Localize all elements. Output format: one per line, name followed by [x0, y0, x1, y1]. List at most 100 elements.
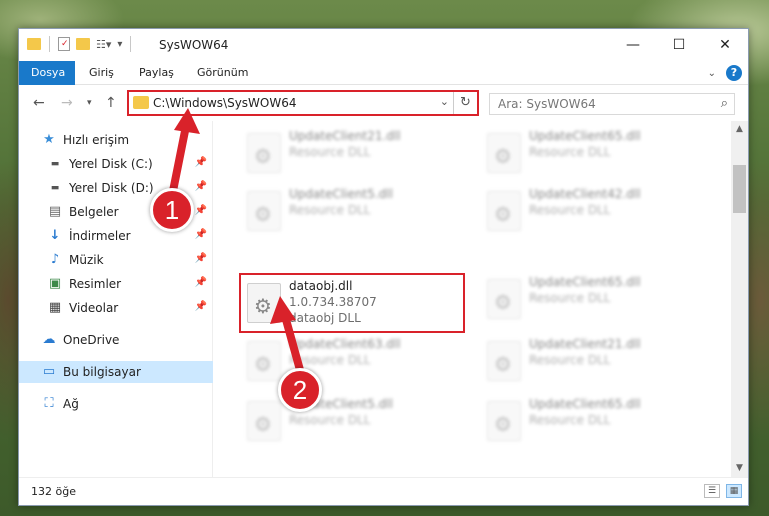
address-row: ← → ▾ ↑ C:\Windows\SysWOW64 ⌄ ↻ Ara: Sys…	[19, 85, 748, 121]
network-icon: ⛶	[44, 396, 54, 411]
nav-item-this-pc[interactable]: ▭ Bu bilgisayar	[19, 361, 213, 383]
view-switcher: ☰ ▦	[704, 484, 742, 498]
file-description: Resource DLL	[529, 353, 611, 367]
file-description: Resource DLL	[529, 203, 611, 217]
pin-icon[interactable]: 📌	[195, 229, 207, 240]
file-name: UpdateClient65.dll	[529, 397, 641, 411]
gear-icon: ⚙	[254, 294, 272, 318]
back-icon[interactable]: ←	[33, 95, 45, 111]
window-title: SysWOW64	[159, 38, 229, 52]
pin-icon[interactable]: 📌	[195, 181, 207, 192]
pin-icon[interactable]: 📌	[195, 157, 207, 168]
close-button[interactable]: ✕	[702, 29, 748, 61]
search-input[interactable]: Ara: SysWOW64 ⌕	[489, 93, 735, 115]
pin-icon[interactable]: 📌	[195, 205, 207, 216]
drive-icon: ▬	[50, 183, 60, 193]
nav-item-videos[interactable]: ▦ Videolar 📌	[19, 297, 213, 319]
chevron-down-icon[interactable]: ⌄	[440, 95, 449, 108]
file-name: UpdateClient21.dll	[529, 337, 641, 351]
file-name: UpdateClient21.dll	[289, 129, 401, 143]
tab-home[interactable]: Giriş	[77, 61, 126, 85]
folder-icon	[133, 96, 149, 109]
nav-item-pictures[interactable]: ▣ Resimler 📌	[19, 273, 213, 295]
tab-file[interactable]: Dosya	[19, 61, 75, 85]
cloud-icon: ☁	[42, 332, 56, 347]
gear-icon: ⚙	[494, 202, 512, 226]
maximize-button[interactable]: ☐	[656, 29, 702, 61]
download-icon: ↓	[49, 228, 61, 243]
status-bar: 132 öğe ☰ ▦	[19, 477, 748, 505]
file-item[interactable]: ⚙ UpdateClient5.dll Resource DLL	[241, 183, 469, 239]
dll-file-icon: ⚙	[247, 133, 281, 173]
new-folder-icon[interactable]	[76, 38, 90, 50]
nav-item-label: Müzik	[69, 253, 104, 267]
scroll-thumb[interactable]	[733, 165, 746, 213]
help-icon[interactable]: ?	[726, 65, 742, 81]
dll-file-icon: ⚙	[487, 279, 521, 319]
gear-icon: ⚙	[494, 290, 512, 314]
dll-file-icon: ⚙	[247, 191, 281, 231]
refresh-icon[interactable]: ↻	[453, 92, 477, 114]
file-name: dataobj.dll	[289, 279, 353, 293]
pin-icon[interactable]: 📌	[195, 301, 207, 312]
file-item[interactable]: ⚙ UpdateClient65.dll Resource DLL	[481, 271, 709, 327]
dll-file-icon: ⚙	[487, 401, 521, 441]
nav-item-network[interactable]: ⛶ Ağ	[19, 393, 213, 415]
pin-icon[interactable]: 📌	[195, 253, 207, 264]
nav-item-label: Yerel Disk (C:)	[69, 157, 153, 171]
nav-item-quick-access[interactable]: ★ Hızlı erişim	[19, 129, 213, 151]
pin-icon[interactable]: 📌	[195, 277, 207, 288]
step-2-badge: 2	[278, 368, 322, 412]
file-description: Resource DLL	[529, 291, 611, 305]
file-name: UpdateClient63.dll	[289, 337, 401, 351]
properties-icon[interactable]: ✓	[58, 37, 70, 51]
customize-icon[interactable]: ☷▾	[96, 38, 111, 51]
chevron-down-icon[interactable]: ▾	[117, 39, 122, 50]
file-item-dataobj[interactable]: ⚙ dataobj.dll 1.0.734.38707 dataobj DLL	[239, 273, 465, 333]
nav-item-label: OneDrive	[63, 333, 120, 347]
nav-item-label: Videolar	[69, 301, 119, 315]
nav-item-music[interactable]: ♪ Müzik 📌	[19, 249, 213, 271]
tiles-view-icon[interactable]: ▦	[726, 484, 742, 498]
expand-ribbon-icon[interactable]: ⌄	[708, 68, 716, 79]
dll-file-icon: ⚙	[487, 133, 521, 173]
ribbon-right: ⌄ ?	[708, 65, 742, 81]
file-item[interactable]: ⚙ UpdateClient65.dll Resource DLL	[481, 393, 709, 449]
recent-locations-icon[interactable]: ▾	[87, 98, 92, 108]
search-placeholder: Ara: SysWOW64	[498, 97, 596, 111]
nav-item-onedrive[interactable]: ☁ OneDrive	[19, 329, 213, 351]
gear-icon: ⚙	[494, 412, 512, 436]
file-item[interactable]: ⚙ UpdateClient5.dll Resource DLL	[241, 393, 469, 449]
scroll-up-icon[interactable]: ▲	[731, 121, 748, 138]
folder-icon[interactable]	[27, 38, 41, 50]
file-item[interactable]: ⚙ UpdateClient65.dll Resource DLL	[481, 125, 709, 181]
details-view-icon[interactable]: ☰	[704, 484, 720, 498]
nav-item-label: Yerel Disk (D:)	[69, 181, 154, 195]
forward-icon[interactable]: →	[61, 95, 73, 111]
nav-item-label: İndirmeler	[69, 229, 131, 243]
file-name: UpdateClient42.dll	[529, 187, 641, 201]
tab-view[interactable]: Görünüm	[185, 61, 260, 85]
file-item[interactable]: ⚙ UpdateClient21.dll Resource DLL	[241, 125, 469, 181]
nav-item-label: Resimler	[69, 277, 122, 291]
dll-file-icon: ⚙	[247, 401, 281, 441]
tab-share[interactable]: Paylaş	[127, 61, 186, 85]
search-icon[interactable]: ⌕	[721, 96, 728, 111]
gear-icon: ⚙	[494, 352, 512, 376]
address-bar[interactable]: C:\Windows\SysWOW64 ⌄ ↻	[127, 90, 479, 116]
file-description: Resource DLL	[289, 413, 371, 427]
file-item[interactable]: ⚙ UpdateClient42.dll Resource DLL	[481, 183, 709, 239]
scroll-down-icon[interactable]: ▼	[731, 460, 748, 477]
address-path[interactable]: C:\Windows\SysWOW64	[153, 96, 297, 110]
dll-file-icon: ⚙	[247, 283, 281, 323]
file-description: Resource DLL	[289, 203, 371, 217]
file-item[interactable]: ⚙ UpdateClient21.dll Resource DLL	[481, 333, 709, 389]
step-1-badge: 1	[150, 188, 194, 232]
file-item[interactable]: ⚙ UpdateClient63.dll Resource DLL	[241, 333, 469, 389]
navigation-pane: ★ Hızlı erişim ▬ Yerel Disk (C:) 📌 ▬ Yer…	[19, 121, 213, 477]
vertical-scrollbar[interactable]: ▲ ▼	[731, 121, 748, 477]
gear-icon: ⚙	[254, 202, 272, 226]
up-icon[interactable]: ↑	[105, 95, 117, 111]
nav-item-local-disk-c[interactable]: ▬ Yerel Disk (C:) 📌	[19, 153, 213, 175]
minimize-button[interactable]: —	[610, 29, 656, 61]
